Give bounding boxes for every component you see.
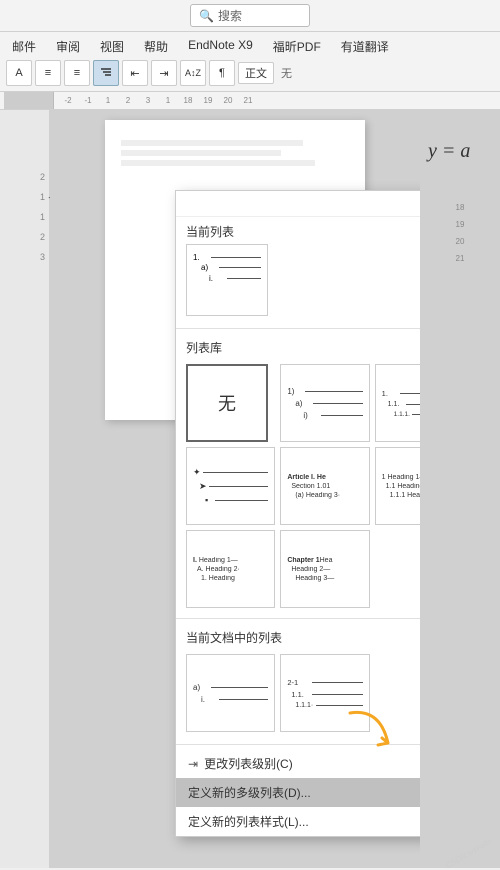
- ruler-left-2: 2: [4, 172, 45, 182]
- ribbon: 邮件 审阅 视图 帮助 EndNote X9 福昕PDF 有道翻译 A ≡ ≡ …: [0, 32, 500, 92]
- action-define-multilevel[interactable]: 定义新的多级列表(D)...: [176, 778, 420, 807]
- ruler-left-1: 1: [4, 192, 45, 202]
- ruler-num: -2: [58, 96, 78, 105]
- main-area: 2 1 1 2 3 ◄ 全部 ▾ 当前列表: [0, 110, 500, 868]
- indent-right-btn[interactable]: ⇥: [151, 60, 177, 86]
- ruler-right-num: 21: [420, 254, 500, 263]
- ruler-right-num: 19: [420, 220, 500, 229]
- ribbon-tabs: 邮件 审阅 视图 帮助 EndNote X9 福昕PDF 有道翻译: [4, 34, 496, 57]
- doc-content: [105, 120, 365, 190]
- list-chapter[interactable]: Chapter 1Hea Heading 2— Heading 3—: [280, 530, 369, 608]
- tab-review[interactable]: 审阅: [52, 36, 84, 57]
- current-list-line-3: i.: [193, 274, 261, 283]
- formula-text: y = a: [428, 140, 470, 162]
- list-heading-roman[interactable]: I. Heading 1— A. Heading 2· 1. Heading: [186, 530, 275, 608]
- multilevel-list-btn[interactable]: [93, 60, 119, 86]
- tab-help[interactable]: 帮助: [140, 36, 172, 57]
- search-box[interactable]: 🔍 搜索: [190, 4, 310, 27]
- doc-line: [121, 150, 281, 156]
- ruler: -2 -1 1 2 3 1 18 19 20 21: [0, 92, 500, 110]
- doc-line: [121, 140, 303, 146]
- ruler-num: 19: [198, 96, 218, 105]
- current-list-section-title: 当前列表: [176, 217, 420, 244]
- doc-right-panel: y = a 18 19 20 21 CSDN wzFelix: [420, 110, 500, 868]
- indent-left-btn[interactable]: ⇤: [122, 60, 148, 86]
- tab-view[interactable]: 视图: [96, 36, 128, 57]
- tab-mail[interactable]: 邮件: [8, 36, 40, 57]
- none-label: 无: [218, 390, 236, 416]
- ruler-num: 21: [238, 96, 258, 105]
- ruler-num: 2: [118, 96, 138, 105]
- current-list-line-1: 1.: [193, 253, 261, 262]
- action-define-multilevel-label: 定义新的多级列表(D)...: [188, 784, 311, 801]
- style-label[interactable]: 正文: [238, 62, 274, 84]
- ruler-right-num: 18: [420, 203, 500, 212]
- multilevel-list-icon: [99, 66, 113, 80]
- list-none[interactable]: 无: [186, 364, 268, 442]
- para-btn[interactable]: ¶: [209, 60, 235, 86]
- list-numbered-dot[interactable]: 1. 1.1. 1.1.1.: [375, 364, 420, 442]
- list-bullet[interactable]: ✦ ➤ ▪: [186, 447, 275, 525]
- doc-area: 全部 ▾ 当前列表 1. a) i.: [50, 110, 420, 868]
- action-define-liststyle-label: 定义新的列表样式(L)...: [188, 813, 309, 830]
- doc-list-1[interactable]: a) i.: [186, 654, 275, 732]
- tab-foxitpdf[interactable]: 福昕PDF: [269, 36, 325, 57]
- style-more: 无: [277, 65, 296, 81]
- indent-list-icon: ⇥: [188, 757, 198, 771]
- divider-2: [176, 618, 420, 619]
- list-btn2[interactable]: ≡: [64, 60, 90, 86]
- ruler-right-num: 20: [420, 237, 500, 246]
- arrow-annotation: [340, 703, 400, 768]
- right-ruler: 18 19 20 21: [420, 203, 500, 263]
- action-change-level-label: 更改列表级别(C): [204, 755, 293, 772]
- menu-header: 全部 ▾: [176, 191, 420, 217]
- title-bar: 🔍 搜索: [0, 0, 500, 32]
- current-list-line-2: a): [193, 263, 261, 272]
- ruler-num: 3: [138, 96, 158, 105]
- ruler-num: -1: [78, 96, 98, 105]
- doc-line: [121, 160, 315, 166]
- list-numbered-paren[interactable]: 1) a) i): [280, 364, 369, 442]
- list-btn1[interactable]: ≡: [35, 60, 61, 86]
- formula-display: y = a: [420, 110, 500, 193]
- ruler-left-1b: 1: [4, 212, 45, 222]
- divider-1: [176, 328, 420, 329]
- current-list-area: 1. a) i.: [176, 244, 420, 324]
- search-icon: 🔍: [199, 9, 214, 23]
- action-define-liststyle[interactable]: 定义新的列表样式(L)...: [176, 807, 420, 836]
- ruler-num: 1: [158, 96, 178, 105]
- ruler-left-3: 3: [4, 252, 45, 262]
- arrow-svg: [340, 703, 400, 763]
- watermark: CSDN wzFelix: [445, 837, 494, 870]
- doc-lists-section-title: 当前文档中的列表: [176, 623, 420, 650]
- list-article[interactable]: Article I. He Section 1.01 (a) Heading 3…: [280, 447, 369, 525]
- doc-left-panel: 2 1 1 2 3 ◄: [0, 110, 50, 868]
- current-list-box[interactable]: 1. a) i.: [186, 244, 268, 316]
- format-a-btn[interactable]: A: [6, 60, 32, 86]
- list-library-grid: 无 1) a) i) 1. 1.1. 1.1.1. ✦ ➤: [176, 360, 420, 614]
- ruler-num: 20: [218, 96, 238, 105]
- ribbon-controls: A ≡ ≡ ⇤ ⇥ A↕Z ¶ 正文 无: [4, 57, 496, 89]
- ruler-num: 1: [98, 96, 118, 105]
- az-sort-btn[interactable]: A↕Z: [180, 60, 206, 86]
- search-placeholder: 搜索: [218, 7, 242, 24]
- list-heading-num[interactable]: 1 Heading 1— 1.1 Heading 2· 1.1.1 Headin…: [375, 447, 420, 525]
- ruler-left-2b: 2: [4, 232, 45, 242]
- ruler-num: 18: [178, 96, 198, 105]
- tab-youdao[interactable]: 有道翻译: [337, 36, 393, 57]
- tab-endnote[interactable]: EndNote X9: [184, 36, 257, 57]
- list-library-section-title: 列表库: [176, 333, 420, 360]
